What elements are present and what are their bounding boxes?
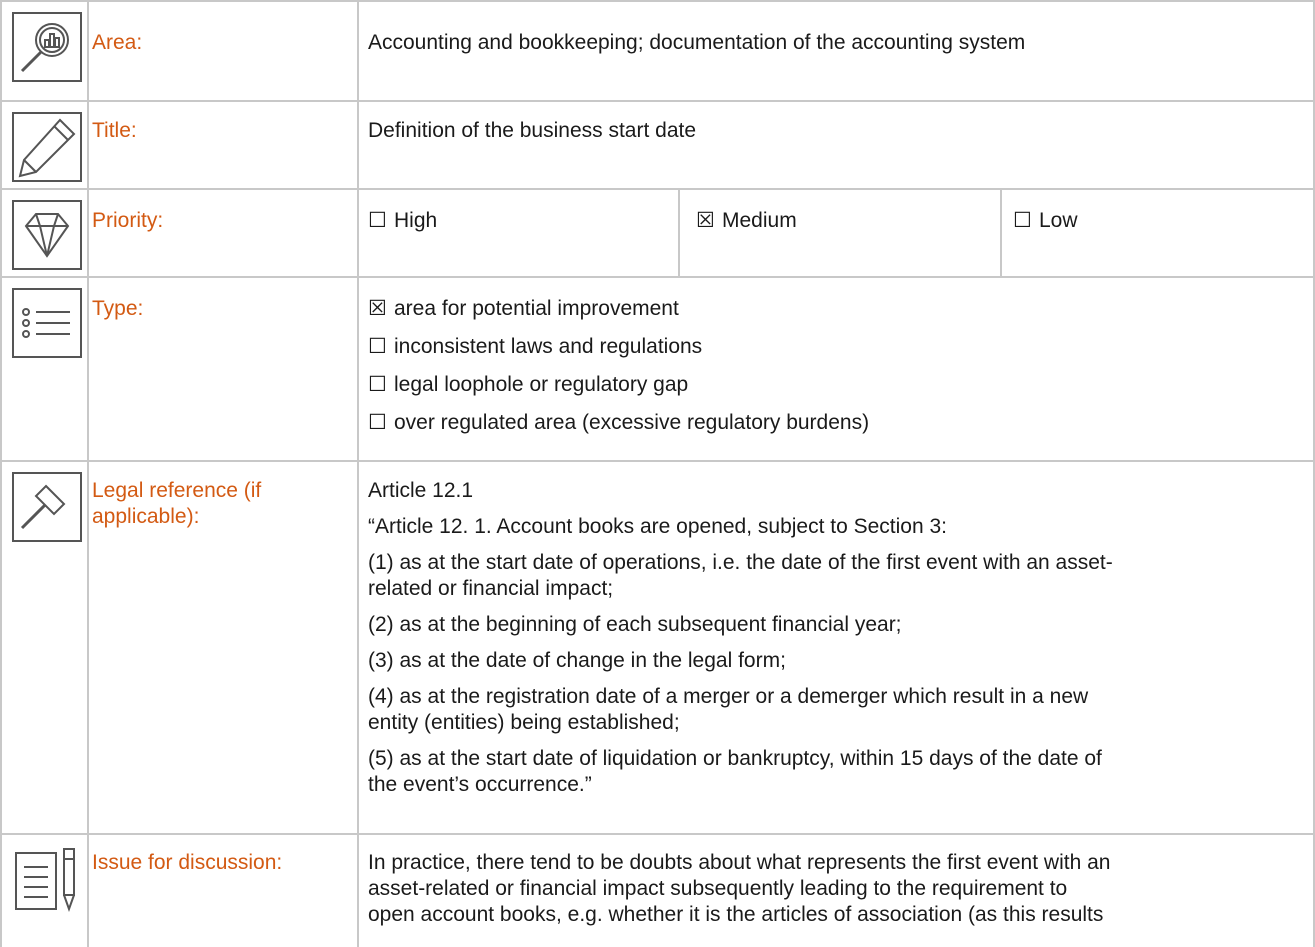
row-divider-3 xyxy=(0,276,1315,278)
checkbox-checked: ☒ xyxy=(696,209,715,232)
priority-high-text: High xyxy=(394,209,438,232)
priority-low-text: Low xyxy=(1039,209,1078,232)
magnifier-chart-icon xyxy=(12,12,82,82)
checkbox-checked: ☒ xyxy=(368,297,387,320)
label-column-divider xyxy=(357,0,359,947)
gavel-icon xyxy=(12,472,82,542)
type-option-text: area for potential improvement xyxy=(394,297,679,320)
row-divider-4 xyxy=(0,460,1315,462)
legal-line: Article 12.1 xyxy=(368,479,474,502)
legal-line: (5) as at the start date of liquidation … xyxy=(368,747,1102,770)
checkbox-unchecked: ☐ xyxy=(368,411,387,434)
legal-line: (4) as at the registration date of a mer… xyxy=(368,685,1089,708)
priority-option-high[interactable]: ☐ High xyxy=(368,208,437,234)
legal-reference-text: Article 12.1 “Article 12. 1. Account boo… xyxy=(368,478,1113,798)
row-divider-5 xyxy=(0,833,1315,835)
issue-line: asset-related or financial impact subseq… xyxy=(368,877,1068,900)
priority-option-low[interactable]: ☐ Low xyxy=(1013,208,1078,234)
priority-label: Priority: xyxy=(92,209,164,232)
legal-line: the event’s occurrence.” xyxy=(368,773,592,796)
area-value: Accounting and bookkeeping; documentatio… xyxy=(368,31,1026,54)
document-pen-icon xyxy=(12,845,82,915)
priority-divider-1 xyxy=(678,188,680,276)
type-option-overregulated[interactable]: ☐ over regulated area (excessive regulato… xyxy=(368,410,869,436)
type-option-text: inconsistent laws and regulations xyxy=(394,335,703,358)
area-label: Area: xyxy=(92,31,143,54)
legal-reference-label: Legal reference (if applicable): xyxy=(92,479,262,528)
type-option-text: legal loophole or regulatory gap xyxy=(394,373,689,396)
legal-line: “Article 12. 1. Account books are opened… xyxy=(368,515,948,538)
legal-line: related or financial impact; xyxy=(368,577,614,600)
row-divider-2 xyxy=(0,188,1315,190)
issue-label: Issue for discussion: xyxy=(92,851,283,874)
type-option-improvement[interactable]: ☒ area for potential improvement xyxy=(368,296,679,322)
pencil-icon xyxy=(12,112,82,182)
type-option-loophole[interactable]: ☐ legal loophole or regulatory gap xyxy=(368,372,688,398)
list-icon xyxy=(12,288,82,358)
issue-line: In practice, there tend to be doubts abo… xyxy=(368,851,1111,874)
legal-line: (2) as at the beginning of each subseque… xyxy=(368,613,902,636)
priority-medium-text: Medium xyxy=(722,209,797,232)
issue-line: open account books, e.g. whether it is t… xyxy=(368,903,1104,926)
type-option-text: over regulated area (excessive regulator… xyxy=(394,411,870,434)
legal-line: (1) as at the start date of operations, … xyxy=(368,551,1113,574)
icon-column-divider xyxy=(87,0,89,947)
table-border-left xyxy=(0,0,2,947)
title-value: Definition of the business start date xyxy=(368,119,697,142)
issue-text: In practice, there tend to be doubts abo… xyxy=(368,850,1110,928)
row-divider-1 xyxy=(0,100,1315,102)
checkbox-unchecked: ☐ xyxy=(368,373,387,396)
legal-line: (3) as at the date of change in the lega… xyxy=(368,649,786,672)
checkbox-unchecked: ☐ xyxy=(1013,209,1032,232)
checkbox-unchecked: ☐ xyxy=(368,335,387,358)
table-border-top xyxy=(0,0,1315,2)
checkbox-unchecked: ☐ xyxy=(368,209,387,232)
diamond-icon xyxy=(12,200,82,270)
priority-option-medium[interactable]: ☒ Medium xyxy=(696,208,797,234)
type-label: Type: xyxy=(92,297,144,320)
priority-divider-2 xyxy=(1000,188,1002,276)
type-option-inconsistent[interactable]: ☐ inconsistent laws and regulations xyxy=(368,334,702,360)
legal-line: entity (entities) being established; xyxy=(368,711,680,734)
title-label: Title: xyxy=(92,119,137,142)
